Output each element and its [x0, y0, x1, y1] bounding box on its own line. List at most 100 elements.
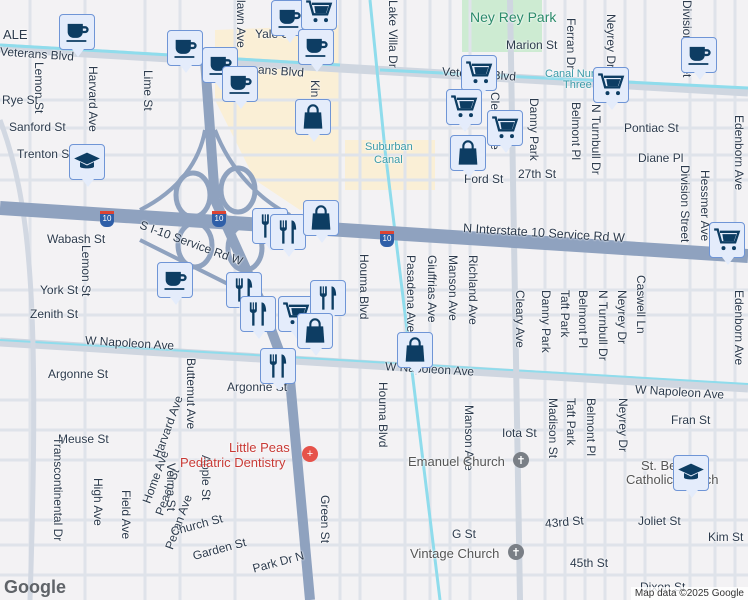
coffee-marker[interactable]	[681, 37, 717, 80]
street-label: Belmont Pl	[584, 398, 598, 457]
area-label: ALE	[3, 27, 28, 42]
coffee-icon	[226, 70, 254, 98]
street-label: Argonne St	[48, 367, 109, 381]
street-label: Neyrey Dr	[615, 290, 629, 345]
shopping-marker[interactable]	[397, 332, 433, 375]
street-label: Edenborn Ave	[732, 115, 746, 191]
fork-knife-icon	[244, 300, 272, 328]
street-label: Green St	[318, 495, 332, 544]
cart-icon	[465, 59, 493, 87]
coffee-icon	[302, 33, 330, 61]
street-label: Buttemut Ave	[184, 358, 198, 430]
grocery-marker[interactable]	[487, 110, 523, 153]
coffee-icon	[63, 18, 91, 46]
street-label: Taft Park	[564, 398, 578, 446]
interstate-shield: 10	[212, 211, 226, 227]
fork-knife-icon	[264, 352, 292, 380]
street-label: 45th St	[570, 556, 609, 570]
grocery-marker[interactable]	[593, 67, 629, 110]
street-label: Belmont Pl	[576, 290, 590, 349]
coffee-marker[interactable]	[298, 29, 334, 72]
graduation-cap-icon	[677, 459, 705, 487]
street-label: Rye St	[2, 93, 39, 107]
poi-label: Vintage Church	[410, 546, 500, 561]
grocery-marker[interactable]	[461, 55, 497, 98]
restaurant-marker[interactable]	[310, 280, 346, 323]
street-label: Pasadena Ave	[404, 255, 418, 333]
cart-icon	[450, 93, 478, 121]
coffee-marker[interactable]	[59, 14, 95, 57]
street-label: High Ave	[91, 478, 105, 526]
coffee-marker[interactable]	[157, 262, 193, 305]
grocery-marker[interactable]	[709, 222, 745, 265]
street-label: Manson Ave	[446, 255, 460, 321]
street-label: Danny Park	[527, 98, 541, 161]
street-label: Edenborn Ave	[732, 290, 746, 366]
street-label: Richland Ave	[466, 255, 480, 325]
shopping-marker[interactable]	[450, 135, 486, 178]
school-marker[interactable]	[673, 455, 709, 498]
school-marker[interactable]	[69, 144, 105, 187]
grocery-marker[interactable]	[301, 0, 337, 37]
street-label: Wabash St	[47, 232, 106, 246]
interstate-shield: 10	[380, 231, 394, 247]
google-logo[interactable]: Google	[4, 577, 66, 598]
map-attribution[interactable]: Map data ©2025 Google	[630, 587, 748, 600]
grocery-marker[interactable]	[446, 89, 482, 132]
street-label: Houma Blvd	[357, 254, 371, 320]
street-label: Sanford St	[9, 120, 66, 134]
street-label: Kin	[308, 80, 322, 98]
street-label: Belmont Pl	[569, 102, 583, 161]
shopping-bag-icon	[454, 139, 482, 167]
street-label: Diane Pl	[638, 151, 684, 165]
street-label: lawn Ave	[234, 0, 248, 48]
street-label: Giuffrias Ave	[425, 255, 439, 323]
cart-icon	[305, 0, 333, 26]
street-label: Madison St	[546, 398, 560, 459]
fork-knife-icon	[274, 218, 302, 246]
shopping-bag-icon	[299, 103, 327, 131]
street-label: Houma Blvd	[376, 382, 390, 448]
graduation-cap-icon	[73, 148, 101, 176]
street-label: Fran St	[671, 413, 711, 427]
street-label: Zenith St	[30, 307, 79, 321]
coffee-icon	[685, 41, 713, 69]
medical-icon[interactable]: +	[302, 446, 318, 462]
shopping-marker[interactable]	[303, 200, 339, 243]
street-label: Lemon St	[79, 245, 93, 297]
coffee-marker[interactable]	[222, 66, 258, 109]
church-icon[interactable]: ✝	[513, 452, 529, 468]
canal-label: Suburban	[365, 141, 413, 153]
street-label: 27th St	[518, 167, 557, 181]
street-label: Caswell Ln	[634, 275, 648, 334]
street-label: Marion St	[506, 38, 558, 52]
church-icon[interactable]: ✝	[508, 544, 524, 560]
poi-label: Little Peas	[229, 440, 290, 455]
coffee-icon	[275, 4, 303, 32]
shopping-marker[interactable]	[297, 313, 333, 356]
street-label: Lime St	[141, 70, 155, 111]
shopping-marker[interactable]	[295, 99, 331, 142]
street-label: Neyrey Dr	[604, 14, 618, 69]
shopping-bag-icon	[401, 336, 429, 364]
street-label: Velma St	[164, 463, 178, 512]
fork-knife-icon	[314, 284, 342, 312]
street-label: N Turnbull Dr	[596, 290, 610, 361]
poi-label: Pediatric Dentistry	[180, 455, 286, 470]
restaurant-marker[interactable]	[240, 296, 276, 339]
restaurant-marker[interactable]	[270, 214, 306, 257]
street-label: Transcontinental Dr	[51, 437, 65, 542]
cart-icon	[491, 114, 519, 142]
street-label: Iota St	[502, 426, 537, 440]
restaurant-marker[interactable]	[260, 348, 296, 391]
street-label: Lake Villa Dr	[386, 0, 400, 68]
shopping-bag-icon	[307, 204, 335, 232]
street-label: G St	[452, 527, 477, 541]
street-label: Trenton St	[17, 147, 73, 161]
coffee-marker[interactable]	[167, 30, 203, 73]
street-label: Neyrey Dr	[616, 398, 630, 453]
street-label: N Turnbull Dr	[589, 104, 603, 175]
street-label: Pontiac St	[624, 121, 679, 135]
street-label: Taft Park	[558, 290, 572, 338]
street-label: Field Ave	[119, 490, 133, 540]
